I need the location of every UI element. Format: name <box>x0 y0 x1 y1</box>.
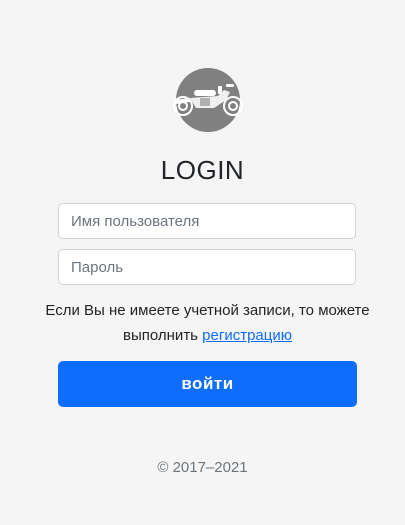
registration-note: Если Вы не имеете учетной записи, то мож… <box>40 298 375 348</box>
page-title: LOGIN <box>160 155 245 185</box>
copyright-footer: © 2017–2021 <box>157 459 248 476</box>
username-input[interactable] <box>58 203 356 239</box>
password-input[interactable] <box>58 249 356 285</box>
login-button[interactable]: войти <box>58 361 357 407</box>
login-page: LOGIN Если Вы не имеете учетной записи, … <box>0 0 405 525</box>
motorcycle-logo-icon <box>170 68 247 132</box>
register-link[interactable]: регистрацию <box>202 327 292 344</box>
